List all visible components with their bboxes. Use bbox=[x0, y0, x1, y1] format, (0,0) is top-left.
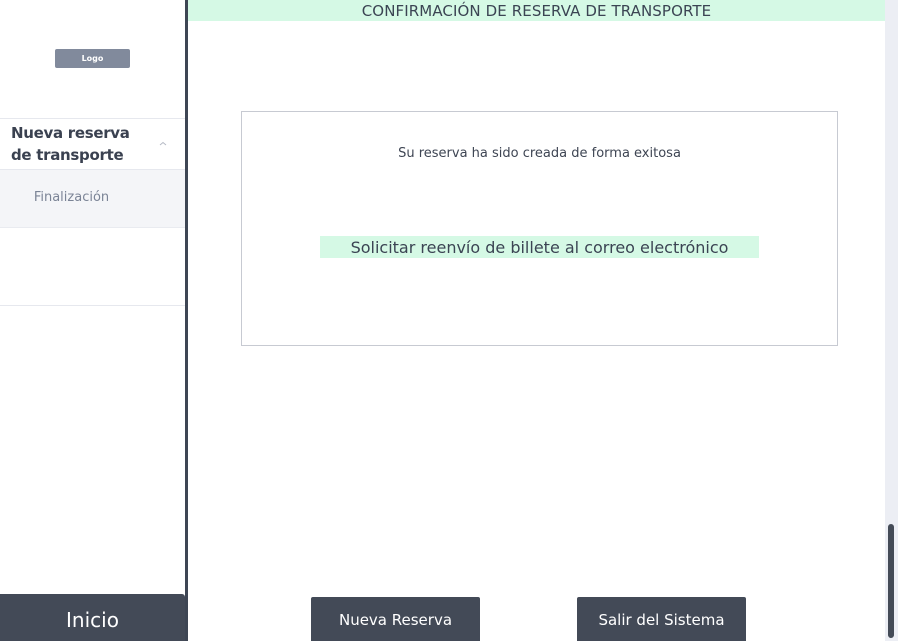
scrollbar-track[interactable] bbox=[885, 0, 898, 641]
sidebar-item-label: Finalización bbox=[33, 190, 110, 205]
logo: Logo bbox=[55, 49, 130, 68]
sidebar: Logo Nueva reserva de transporte Finaliz… bbox=[0, 0, 185, 641]
home-button[interactable]: Inicio bbox=[0, 594, 185, 641]
main-content: CONFIRMACIÓN DE RESERVA DE TRANSPORTE Su… bbox=[188, 0, 885, 641]
sidebar-menu: Nueva reserva de transporte Finalización bbox=[0, 118, 185, 306]
page-title: CONFIRMACIÓN DE RESERVA DE TRANSPORTE bbox=[361, 1, 712, 20]
scrollbar-thumb[interactable] bbox=[888, 524, 894, 638]
confirmation-panel: Su reserva ha sido creada de forma exito… bbox=[241, 111, 838, 346]
sidebar-menu-header-nueva-reserva[interactable]: Nueva reserva de transporte bbox=[0, 119, 185, 170]
chevron-up-icon bbox=[159, 141, 167, 146]
sidebar-menu-header-label: Nueva reserva de transporte bbox=[11, 124, 130, 164]
sidebar-item-finalizacion[interactable]: Finalización bbox=[0, 170, 185, 228]
success-message: Su reserva ha sido creada de forma exito… bbox=[398, 146, 681, 161]
page-title-bar: CONFIRMACIÓN DE RESERVA DE TRANSPORTE bbox=[188, 0, 885, 21]
resend-ticket-email-link[interactable]: Solicitar reenvío de billete al correo e… bbox=[320, 236, 759, 258]
new-booking-button[interactable]: Nueva Reserva bbox=[311, 597, 480, 641]
exit-system-button[interactable]: Salir del Sistema bbox=[577, 597, 746, 641]
